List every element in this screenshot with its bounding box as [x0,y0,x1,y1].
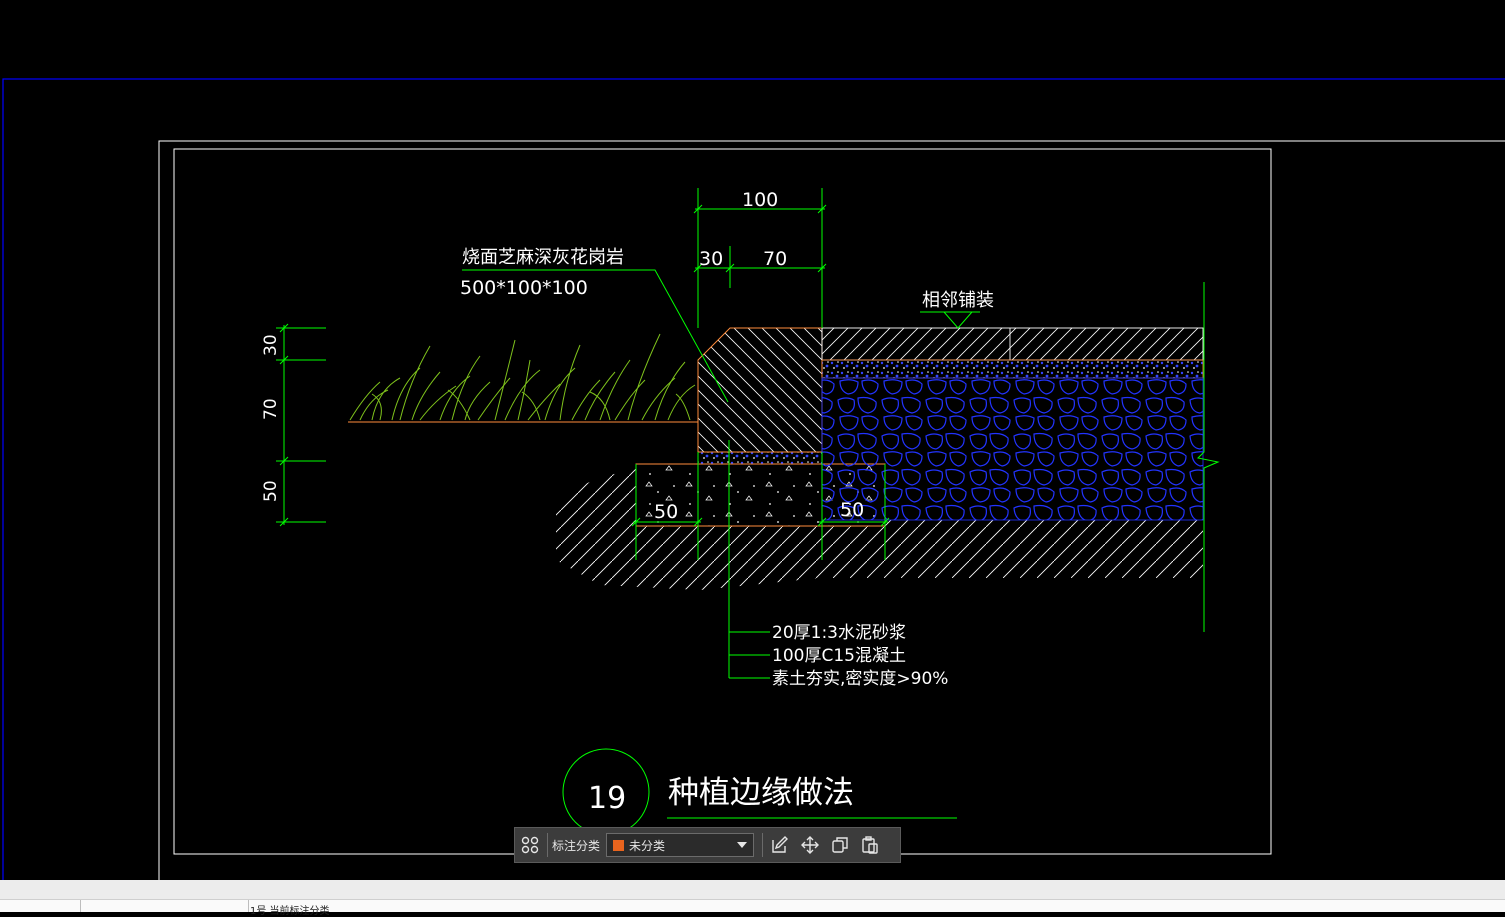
mortar-layer [697,451,823,465]
apps-grid-icon[interactable] [515,830,545,860]
annotation-category-select[interactable]: 未分类 [606,833,755,857]
paste-icon[interactable] [855,830,885,860]
layer-note-1: 20厚1:3水泥砂浆 [772,623,906,643]
drawing-canvas[interactable]: 100 30 70 烧面芝麻深灰花岗岩 500*100*100 相邻铺装 30 … [0,0,1505,880]
annotation-category-label: 标注分类 [552,838,601,853]
adjacent-paving [821,327,1204,521]
base-dim-left: 50 [654,501,678,523]
toolbar-divider [547,833,548,857]
category-select-value: 未分类 [629,838,666,853]
detail-title: 种植边缘做法 [668,775,854,811]
status-divider [248,900,249,912]
category-color-swatch [613,839,625,851]
move-icon[interactable] [795,830,825,860]
status-bar: 1号 当前标注分类 [0,880,1505,917]
base-dim-right: 50 [840,499,864,521]
grass-planting [348,333,698,423]
status-divider [80,900,81,912]
left-dim-30: 30 [261,334,281,356]
dim-100: 100 [742,189,778,211]
curb-note-line1: 烧面芝麻深灰花岗岩 [462,247,624,268]
adjacent-paving-label: 相邻铺装 [922,290,994,311]
detail-number: 19 [588,781,626,816]
left-dim-70: 70 [261,398,281,420]
dim-70: 70 [763,248,787,270]
dim-30: 30 [699,248,723,270]
granite-curb [697,327,823,453]
cad-drawing: 100 30 70 烧面芝麻深灰花岗岩 500*100*100 相邻铺装 30 … [2,78,1505,880]
command-line[interactable] [0,880,1505,900]
status-text: 1号 当前标注分类 [250,906,330,917]
toolbar-divider [762,833,764,857]
layer-note-3: 素土夯实,密实度>90% [772,669,948,689]
status-strip [0,900,1505,912]
curb-note-line2: 500*100*100 [460,277,588,299]
copy-icon[interactable] [825,830,855,860]
edit-icon[interactable] [765,830,795,860]
left-dim-50: 50 [261,480,281,502]
chevron-down-icon [737,842,748,848]
layer-note-2: 100厚C15混凝土 [772,646,906,666]
annotation-toolbar: 标注分类 未分类 [514,827,901,863]
